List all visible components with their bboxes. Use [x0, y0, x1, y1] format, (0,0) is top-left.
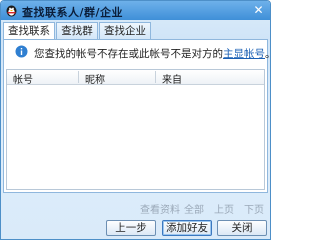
all-link[interactable]: 全部 [184, 201, 204, 216]
add-friend-button[interactable]: 添加好友 [162, 220, 212, 236]
qq-penguin-icon [6, 5, 17, 17]
tab-label: 查找群 [61, 25, 93, 37]
close-button[interactable]: 关闭 [217, 220, 267, 236]
close-icon: ✕ [253, 3, 264, 17]
not-found-message: 您查找的帐号不存在或此帐号不是对方的主显帐号。 [34, 46, 270, 61]
prev-page-link[interactable]: 上页 [214, 201, 234, 216]
window-title: 查找联系人/群/企业 [22, 6, 124, 19]
column-divider[interactable] [78, 71, 79, 83]
column-header-from[interactable]: 来自 [162, 71, 182, 86]
column-header-nickname[interactable]: 昵称 [85, 71, 105, 86]
tab-find-group[interactable]: 查找群 [56, 22, 98, 39]
find-contact-window: 查找联系人/群/企业 ✕ 查找联系人 查找群 查找企业 您查找的帐号不存在或此帐… [0, 0, 271, 240]
tab-find-company[interactable]: 查找企业 [99, 22, 151, 39]
column-divider[interactable] [155, 71, 156, 83]
info-icon [15, 45, 28, 58]
close-window-button[interactable]: ✕ [251, 3, 266, 17]
primary-account-link[interactable]: 主显帐号 [223, 48, 265, 60]
column-header-account[interactable]: 帐号 [13, 71, 33, 86]
message-suffix: 。 [265, 48, 270, 60]
title-bar[interactable]: 查找联系人/群/企业 ✕ [1, 1, 270, 20]
tab-label: 查找企业 [104, 25, 146, 37]
table-header: 帐号 昵称 来自 [7, 70, 264, 86]
view-profile-link[interactable]: 查看资料 [140, 201, 180, 216]
next-page-link[interactable]: 下页 [244, 201, 264, 216]
results-panel: 您查找的帐号不存在或此帐号不是对方的主显帐号。 帐号 昵称 来自 [3, 39, 270, 193]
tab-find-contact[interactable]: 查找联系人 [3, 22, 55, 54]
results-table[interactable]: 帐号 昵称 来自 [6, 69, 265, 190]
previous-step-button[interactable]: 上一步 [106, 220, 156, 236]
message-text: 您查找的帐号不存在或此帐号不是对方的 [34, 48, 223, 60]
